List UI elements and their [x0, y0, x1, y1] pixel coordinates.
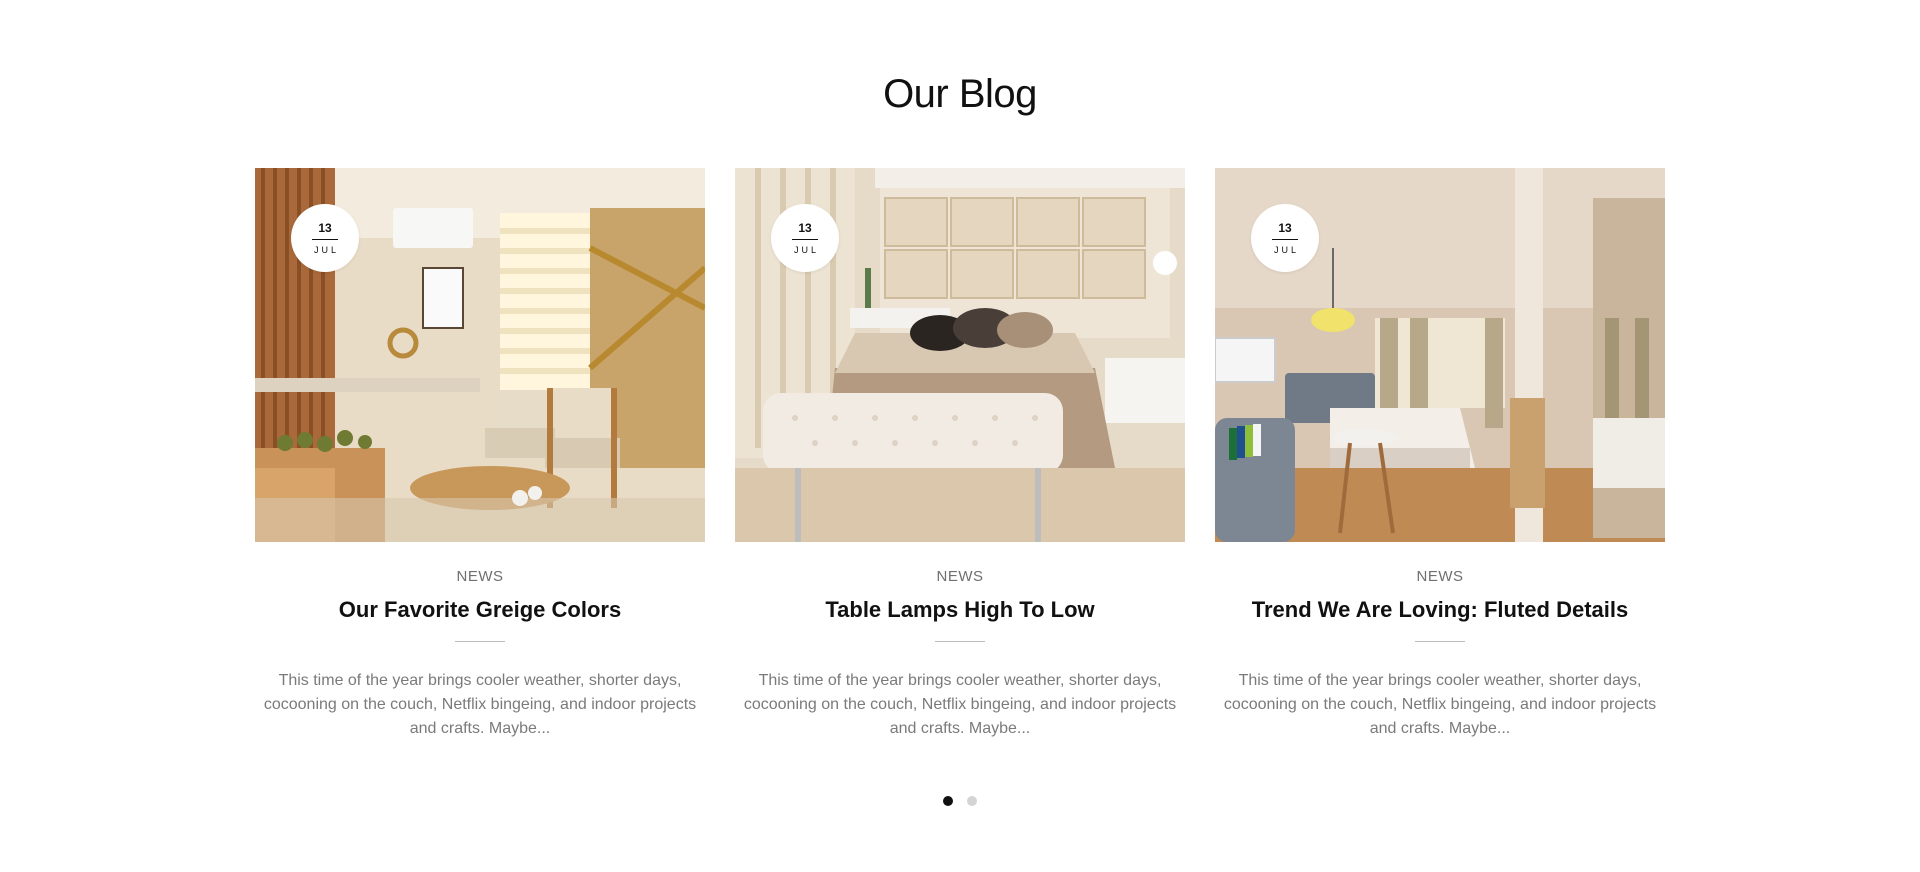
date-divider	[792, 239, 818, 240]
date-badge: 13 JUL	[1251, 204, 1319, 272]
blog-carousel: 13 JUL NEWS Our Favorite Greige Colors T…	[255, 168, 1665, 741]
post-category[interactable]: NEWS	[1417, 568, 1464, 585]
date-day: 13	[1278, 221, 1292, 235]
date-divider	[312, 239, 338, 240]
post-title[interactable]: Our Favorite Greige Colors	[339, 595, 621, 625]
pagination-dot-1[interactable]	[943, 796, 953, 806]
title-divider	[935, 641, 985, 642]
post-category[interactable]: NEWS	[457, 568, 504, 585]
post-excerpt: This time of the year brings cooler weat…	[1223, 672, 1657, 737]
date-divider	[1272, 239, 1298, 240]
post-title[interactable]: Table Lamps High To Low	[825, 595, 1094, 625]
title-divider	[455, 641, 505, 642]
date-day: 13	[798, 221, 812, 235]
date-badge: 13 JUL	[771, 204, 839, 272]
date-month: JUL	[1273, 245, 1299, 255]
living-room-photo[interactable]: 13 JUL	[255, 168, 705, 542]
blog-card[interactable]: 13 JUL NEWS Our Favorite Greige Colors T…	[255, 168, 705, 741]
blog-card[interactable]: 13 JUL NEWS Table Lamps High To Low This…	[735, 168, 1185, 741]
date-day: 13	[318, 221, 332, 235]
pagination-dot-2[interactable]	[967, 796, 977, 806]
hotel-room-photo[interactable]: 13 JUL	[1215, 168, 1665, 542]
post-category[interactable]: NEWS	[937, 568, 984, 585]
bedroom-photo[interactable]: 13 JUL	[735, 168, 1185, 542]
date-badge: 13 JUL	[291, 204, 359, 272]
carousel-pagination	[0, 796, 1920, 806]
date-month: JUL	[793, 245, 819, 255]
date-month: JUL	[313, 245, 339, 255]
post-excerpt: This time of the year brings cooler weat…	[263, 672, 697, 737]
title-divider	[1415, 641, 1465, 642]
section-title: Our Blog	[883, 72, 1037, 116]
post-title[interactable]: Trend We Are Loving: Fluted Details	[1252, 595, 1629, 625]
blog-card[interactable]: 13 JUL NEWS Trend We Are Loving: Fluted …	[1215, 168, 1665, 741]
post-excerpt: This time of the year brings cooler weat…	[743, 672, 1177, 737]
